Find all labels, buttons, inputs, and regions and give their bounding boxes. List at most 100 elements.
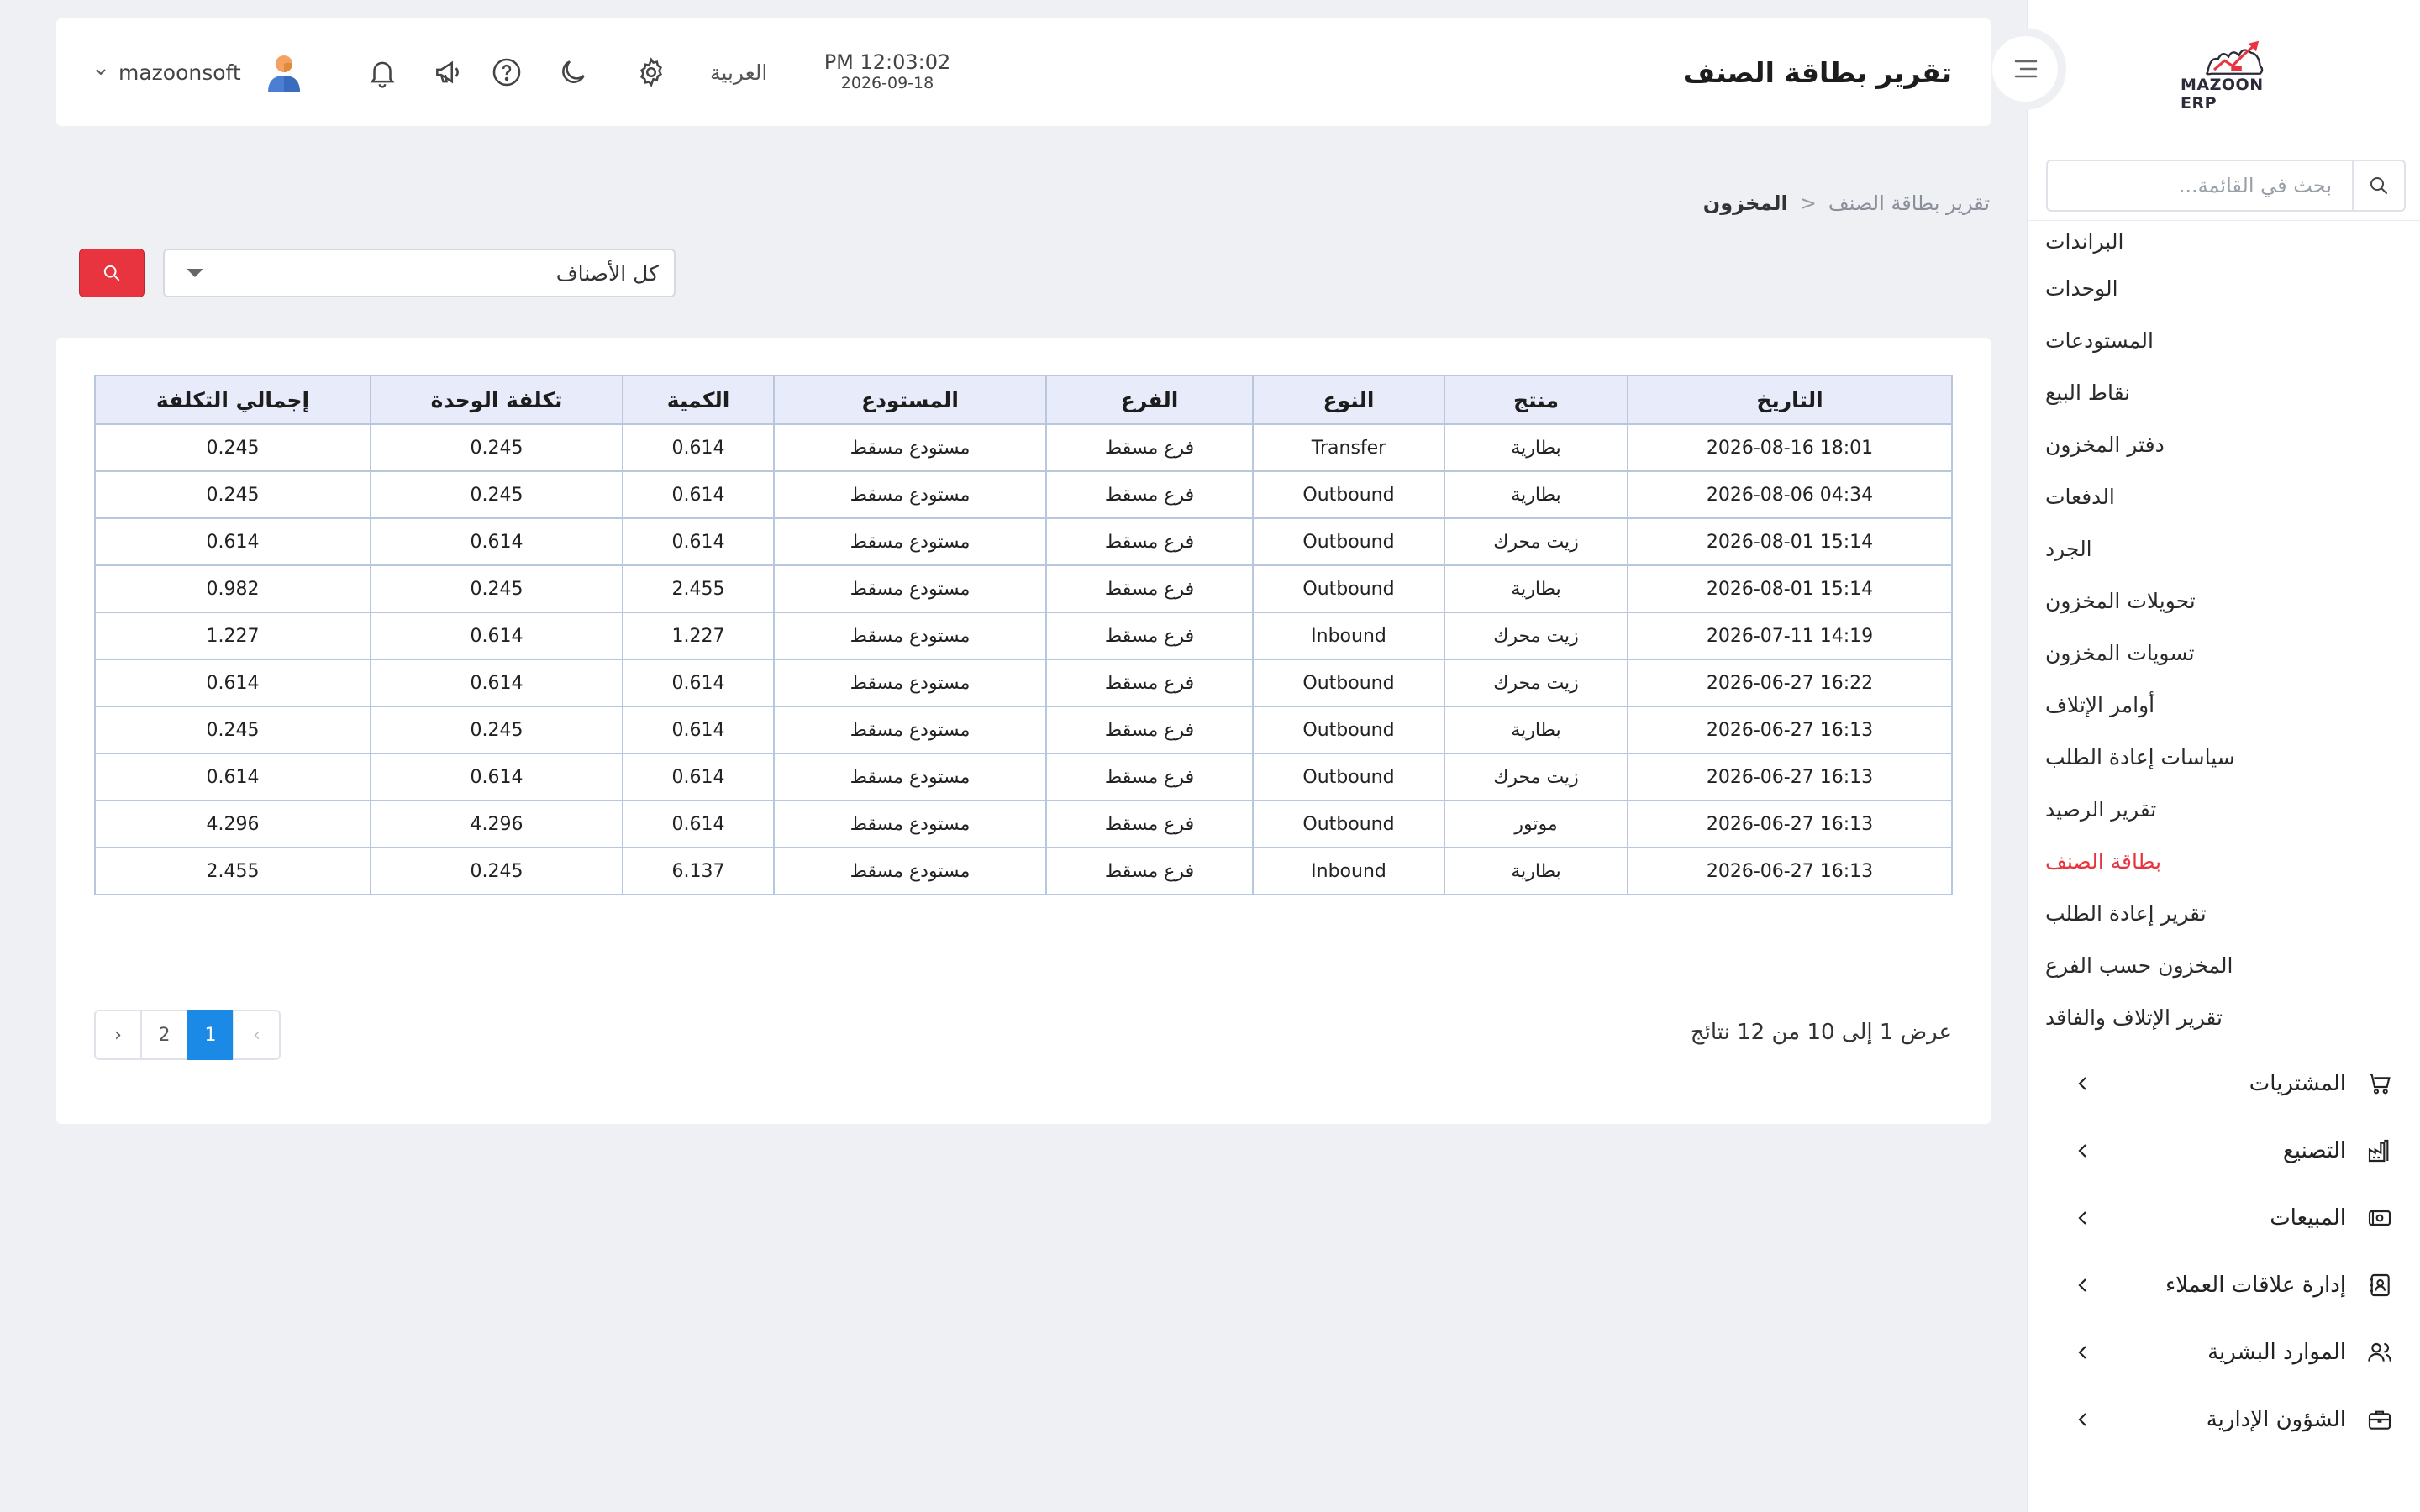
table-cell: 0.614 <box>370 659 623 707</box>
sidebar-group-1[interactable]: التصنيع <box>2027 1117 2420 1184</box>
user-menu[interactable]: mazoonsoft <box>95 18 241 126</box>
table-cell: 4.296 <box>94 800 371 848</box>
sidebar-group-4[interactable]: الموارد البشرية <box>2027 1319 2420 1386</box>
sidebar-group-label: المبيعات <box>2270 1205 2346 1231</box>
table-cell: فرع مسقط <box>1045 847 1254 895</box>
sidebar-item-10[interactable]: سياسات إعادة الطلب <box>2045 731 2348 783</box>
sidebar-item-5[interactable]: الدفعات <box>2045 470 2348 522</box>
settings-icon[interactable] <box>634 55 668 89</box>
chevron-down-icon <box>95 68 107 76</box>
table-cell: زيت محرك <box>1444 517 1628 566</box>
sidebar-item-7[interactable]: تحويلات المخزون <box>2045 575 2348 627</box>
search-button[interactable] <box>79 249 145 297</box>
table-cell: موتور <box>1444 800 1628 848</box>
table-cell: Outbound <box>1252 470 1445 519</box>
table-row: 2026-06-27 16:13 موتور Outbound فرع مسقط مست… <box>94 800 1953 848</box>
table-cell: فرع مسقط <box>1045 612 1254 660</box>
avatar[interactable] <box>263 52 305 94</box>
sidebar-item-2[interactable]: المستودعات <box>2045 314 2348 366</box>
announcement-icon[interactable] <box>431 55 465 89</box>
factory-icon <box>2365 1136 2395 1166</box>
caret-down-icon <box>187 269 203 277</box>
table-cell: فرع مسقط <box>1045 517 1254 566</box>
sidebar-group-5[interactable]: الشؤون الإدارية <box>2027 1386 2420 1453</box>
notifications-icon[interactable] <box>366 55 399 89</box>
chevron-left-icon <box>2077 1075 2094 1092</box>
table-header-row: التاريخ منتج النوع الفرع المستودع الكمية تكلفة… <box>94 375 1953 425</box>
table-cell: 4.296 <box>370 800 623 848</box>
table-cell: فرع مسقط <box>1045 423 1254 472</box>
table-cell: Transfer <box>1252 423 1445 472</box>
sidebar-item-6[interactable]: الجرد <box>2045 522 2348 575</box>
cart-icon <box>2365 1068 2395 1099</box>
sidebar-item-14[interactable]: المخزون حسب الفرع <box>2045 939 2348 991</box>
table-cell: 0.614 <box>94 659 371 707</box>
table-cell: مستودع مسقط <box>773 470 1047 519</box>
table-cell: مستودع مسقط <box>773 706 1047 754</box>
table-cell: Outbound <box>1252 564 1445 613</box>
table-cell: 0.245 <box>370 470 623 519</box>
language-switch[interactable]: العربية <box>710 18 767 126</box>
next-page-button[interactable]: › <box>94 1010 142 1060</box>
logo-graphic <box>2206 40 2264 76</box>
table-cell: فرع مسقط <box>1045 564 1254 613</box>
table-cell: Inbound <box>1252 612 1445 660</box>
dark-mode-icon[interactable] <box>556 55 590 89</box>
table-cell: 0.245 <box>94 423 371 472</box>
item-card-table: التاريخ منتج النوع الفرع المستودع الكمية تكلفة… <box>94 375 1953 895</box>
sidebar-item-4[interactable]: دفتر المخزون <box>2045 418 2348 470</box>
search-icon[interactable] <box>2352 161 2404 210</box>
table-row: 2026-08-01 15:14 بطارية Outbound فرع مسقط مس… <box>94 564 1953 613</box>
menu-search-input[interactable] <box>2048 162 2352 209</box>
breadcrumb-current: تقرير بطاقة الصنف <box>1828 192 1990 215</box>
app-logo[interactable]: MAZOON ERP <box>2181 37 2290 113</box>
sidebar-group-label: الموارد البشرية <box>2207 1340 2346 1365</box>
table-cell: بطارية <box>1444 706 1628 754</box>
sidebar-toggle-button[interactable] <box>1984 28 2066 110</box>
table-cell: مستودع مسقط <box>773 564 1047 613</box>
sidebar-item-8[interactable]: تسويات المخزون <box>2045 627 2348 679</box>
table-row: 2026-07-11 14:19 زيت محرك Inbound فرع مسقط م… <box>94 612 1953 660</box>
clock: PM 12:03:02 2026-09-18 <box>816 52 959 92</box>
sidebar-item-12[interactable]: بطاقة الصنف <box>2045 835 2348 887</box>
table-row: 2026-06-27 16:13 بطارية Outbound فرع مسقط مس… <box>94 706 1953 754</box>
page-button-1[interactable]: 1 <box>187 1010 234 1060</box>
column-header: الفرع <box>1045 375 1254 425</box>
table-row: 2026-06-27 16:22 زيت محرك Outbound فرع مسقط… <box>94 659 1953 707</box>
sidebar-item-11[interactable]: تقرير الرصيد <box>2045 783 2348 835</box>
table-cell: 2026-06-27 16:13 <box>1627 800 1953 848</box>
menu-search <box>2046 160 2406 212</box>
table-cell: 0.614 <box>370 612 623 660</box>
sidebar-item-1[interactable]: الوحدات <box>2045 262 2348 314</box>
table-cell: مستودع مسقط <box>773 612 1047 660</box>
sidebar-item-13[interactable]: تقرير إعادة الطلب <box>2045 887 2348 939</box>
top-header: تقرير بطاقة الصنف PM 12:03:02 2026-09-18… <box>56 18 1991 126</box>
sidebar-item-0[interactable]: البراندات <box>2045 220 2348 262</box>
table-row: 2026-08-16 18:01 بطارية Transfer فرع مسقط مس… <box>94 423 1953 472</box>
table-cell: 2026-06-27 16:22 <box>1627 659 1953 707</box>
prev-page-button[interactable]: ‹ <box>233 1010 281 1060</box>
table-cell: فرع مسقط <box>1045 753 1254 801</box>
chevron-left-icon <box>2077 1210 2094 1226</box>
sidebar-item-9[interactable]: أوامر الإتلاف <box>2045 679 2348 731</box>
item-filter-value: كل الأصناف <box>555 260 659 286</box>
table-cell: 2.455 <box>94 847 371 895</box>
clock-date: 2026-09-18 <box>840 74 934 92</box>
report-card: التاريخ منتج النوع الفرع المستودع الكمية تكلفة… <box>56 338 1991 1124</box>
item-filter-select[interactable]: كل الأصناف <box>163 249 676 297</box>
table-cell: مستودع مسقط <box>773 753 1047 801</box>
table-cell: Outbound <box>1252 800 1445 848</box>
sidebar: MAZOON ERP البرانداتالوحداتالمستودعاتنقا… <box>1984 0 2420 1512</box>
sidebar-item-3[interactable]: نقاط البيع <box>2045 366 2348 418</box>
help-icon[interactable] <box>490 55 523 89</box>
table-cell: 0.614 <box>622 659 775 707</box>
sidebar-group-3[interactable]: إدارة علاقات العملاء <box>2027 1252 2420 1319</box>
sidebar-groups: المشتريات التصنيع المبيعات إدارة علاقات الع… <box>2027 1050 2420 1453</box>
breadcrumb-root[interactable]: المخزون <box>1703 192 1788 215</box>
page-button-2[interactable]: 2 <box>140 1010 188 1060</box>
sidebar-group-0[interactable]: المشتريات <box>2027 1050 2420 1117</box>
username: mazoonsoft <box>118 60 241 85</box>
sidebar-item-15[interactable]: تقرير الإتلاف والفاقد <box>2045 991 2348 1043</box>
menu-icon <box>2014 60 2038 78</box>
sidebar-group-2[interactable]: المبيعات <box>2027 1184 2420 1252</box>
